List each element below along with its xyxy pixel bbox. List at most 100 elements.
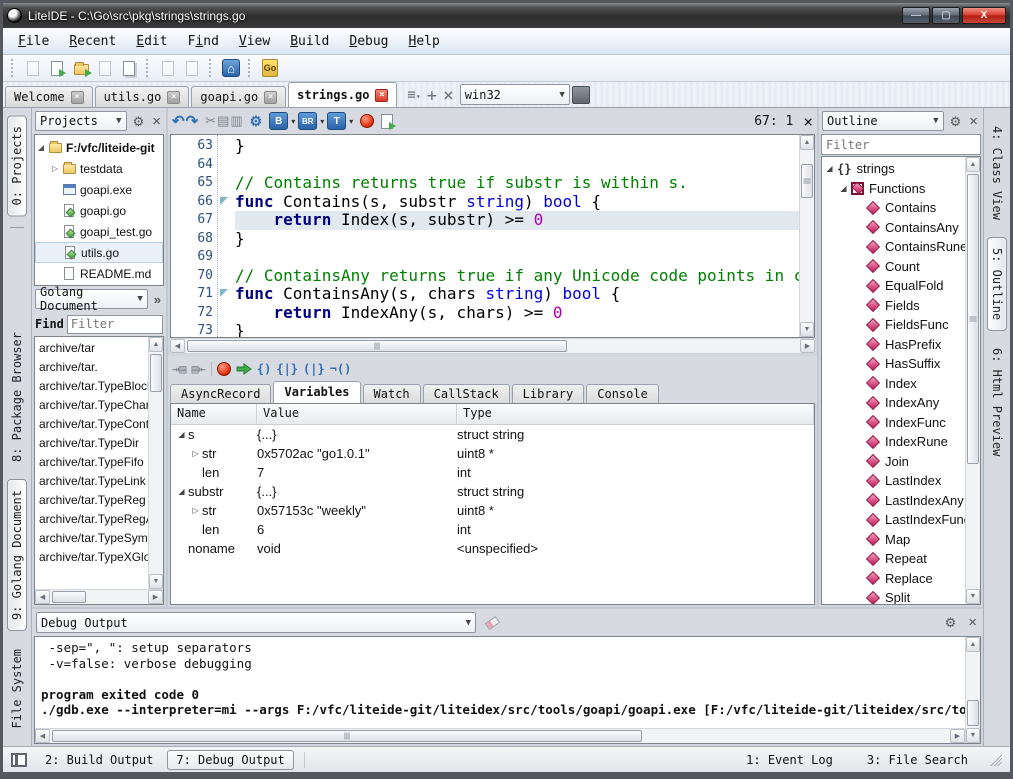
outline-function-count[interactable]: Count xyxy=(824,257,965,277)
debug-output-vscrollbar[interactable]: ▲ ▼ xyxy=(965,637,980,743)
variable-row-str[interactable]: ▷str0x5702ac "go1.0.1"uint8 * xyxy=(171,444,814,463)
code-line-69[interactable] xyxy=(235,248,799,267)
doc-filter-input[interactable] xyxy=(67,315,163,334)
editor-hscrollbar[interactable]: ◀ ▶ xyxy=(170,338,815,353)
doc-list-item[interactable]: archive/tar xyxy=(39,339,148,358)
new-tab-button[interactable]: + xyxy=(427,89,437,103)
overflow-chevron-icon[interactable]: » xyxy=(152,293,163,306)
doc-list-item[interactable]: archive/tar.TypeDir xyxy=(39,434,148,453)
build-target-combo[interactable]: win32 ▼ xyxy=(460,84,570,105)
scroll-up-icon[interactable]: ▲ xyxy=(149,337,163,352)
load-session-icon[interactable]: ⇥▤ xyxy=(172,362,186,376)
maximize-button[interactable]: ▢ xyxy=(932,7,960,24)
side-tab-8-package-browser[interactable]: 8: Package Browser xyxy=(7,321,27,473)
chevron-down-icon[interactable]: ▾ xyxy=(291,117,295,126)
outline-root-strings[interactable]: ◢{}strings xyxy=(824,159,965,179)
variable-row-str[interactable]: ▷str0x57153c "weekly"uint8 * xyxy=(171,501,814,520)
variable-row-len[interactable]: len7int xyxy=(171,463,814,482)
outline-function-split[interactable]: Split xyxy=(824,588,965,604)
code-line-68[interactable]: } xyxy=(235,230,799,249)
projects-close-icon[interactable]: × xyxy=(150,115,163,128)
tree-item-goapi_test-go[interactable]: goapi_test.go xyxy=(35,221,163,242)
doc-list-item[interactable]: archive/tar.TypeReg xyxy=(39,491,148,510)
var-expander-icon[interactable]: ▷ xyxy=(189,444,202,463)
step-out-icon[interactable]: (|} xyxy=(303,362,325,376)
chevron-down-icon[interactable]: ▾ xyxy=(320,117,324,126)
outline-close-icon[interactable]: × xyxy=(967,115,980,128)
debug-tab-watch[interactable]: Watch xyxy=(363,384,421,403)
scroll-left-icon[interactable]: ◀ xyxy=(170,339,185,353)
status-button-7-debug-output[interactable]: 7: Debug Output xyxy=(167,750,293,770)
fold-marker-icon[interactable] xyxy=(220,289,228,297)
tab-list-button[interactable]: ≡▾ xyxy=(407,88,420,104)
code-line-71[interactable]: func ContainsAny(s, chars string) bool { xyxy=(235,285,799,304)
scroll-up-icon[interactable]: ▲ xyxy=(966,157,980,172)
doc-list-item[interactable]: archive/tar.TypeFifo xyxy=(39,453,148,472)
debug-output-text[interactable]: -sep=", ": setup separators -v=false: ve… xyxy=(35,637,965,728)
scroll-left-icon[interactable]: ◀ xyxy=(35,590,50,604)
save-file-button[interactable] xyxy=(94,57,116,79)
menu-item-recent[interactable]: Recent xyxy=(60,31,125,52)
save-session-icon[interactable]: ▤⇤ xyxy=(191,362,205,376)
outline-function-indexrune[interactable]: IndexRune xyxy=(824,432,965,452)
column-header-value[interactable]: Value xyxy=(257,404,457,424)
doc-list-hscrollbar[interactable]: ◀ ▶ xyxy=(35,589,163,604)
outline-function-contains[interactable]: Contains xyxy=(824,198,965,218)
minimize-button[interactable]: — xyxy=(902,7,930,24)
editor-tab-strings-go[interactable]: strings.go× xyxy=(288,82,397,107)
chevron-down-icon[interactable]: ▾ xyxy=(349,117,353,126)
tree-expander-icon[interactable]: ▷ xyxy=(49,164,61,173)
code-line-65[interactable]: // Contains returns true if substr is wi… xyxy=(235,174,799,193)
outline-function-repeat[interactable]: Repeat xyxy=(824,549,965,569)
code-editor[interactable]: 6364656667686970717273 }// Contains retu… xyxy=(170,134,815,338)
open-folder-button[interactable] xyxy=(70,57,92,79)
side-tab-6-html-preview[interactable]: 6: Html Preview xyxy=(987,337,1007,467)
outline-function-equalfold[interactable]: EqualFold xyxy=(824,276,965,296)
new-file-button[interactable] xyxy=(22,57,44,79)
scroll-left-icon[interactable]: ◀ xyxy=(35,729,50,743)
code-line-64[interactable] xyxy=(235,156,799,175)
outline-function-replace[interactable]: Replace xyxy=(824,569,965,589)
scroll-down-icon[interactable]: ▼ xyxy=(149,574,163,589)
tree-item-goapi-go[interactable]: goapi.go xyxy=(35,200,163,221)
debug-start-icon[interactable] xyxy=(360,114,374,128)
outline-group-functions[interactable]: ◢Functions xyxy=(824,179,965,199)
column-header-name[interactable]: Name xyxy=(171,404,257,424)
paste-icon[interactable]: ▥ xyxy=(230,113,242,129)
outline-expander-icon[interactable]: ◢ xyxy=(824,164,835,173)
doc-list-item[interactable]: archive/tar.TypeSymlink xyxy=(39,529,148,548)
projects-gear-icon[interactable]: ⚙ xyxy=(131,115,147,128)
build-config-gear-icon[interactable]: ⚙ xyxy=(250,113,263,130)
outline-expander-icon[interactable]: ◢ xyxy=(838,184,849,193)
outline-function-fields[interactable]: Fields xyxy=(824,296,965,316)
continue-icon[interactable] xyxy=(236,363,252,375)
menu-item-view[interactable]: View xyxy=(230,31,279,52)
outline-function-indexany[interactable]: IndexAny xyxy=(824,393,965,413)
editor-tab-goapi-go[interactable]: goapi.go× xyxy=(191,86,286,107)
outline-vscrollbar[interactable]: ▲ ▼ xyxy=(965,157,980,604)
code-line-67[interactable]: return Index(s, substr) >= 0 xyxy=(235,211,799,230)
outline-function-containsany[interactable]: ContainsAny xyxy=(824,218,965,238)
build-run-button[interactable]: BR xyxy=(298,112,317,130)
outline-function-lastindexany[interactable]: LastIndexAny xyxy=(824,491,965,511)
projects-combo[interactable]: Projects ▼ xyxy=(35,111,127,131)
outline-function-hasprefix[interactable]: HasPrefix xyxy=(824,335,965,355)
status-button-2-build-output[interactable]: 2: Build Output xyxy=(37,751,161,769)
tab-close-icon[interactable]: × xyxy=(375,89,388,102)
outline-gear-icon[interactable]: ⚙ xyxy=(948,115,964,128)
debug-output-gear-icon[interactable]: ⚙ xyxy=(943,616,959,629)
side-tab-0-projects[interactable]: 0: Projects xyxy=(7,115,27,216)
copy-icon[interactable]: ▤ xyxy=(217,113,229,129)
outline-function-join[interactable]: Join xyxy=(824,452,965,472)
tree-expander-icon[interactable]: ◢ xyxy=(35,143,47,152)
code-line-66[interactable]: func Contains(s, substr string) bool { xyxy=(235,193,799,212)
tab-close-icon[interactable]: × xyxy=(264,91,277,104)
debug-tab-callstack[interactable]: CallStack xyxy=(423,384,510,403)
editor-vscrollbar[interactable]: ▲ ▼ xyxy=(799,135,814,337)
clear-output-icon[interactable] xyxy=(485,615,500,629)
export-source-icon[interactable] xyxy=(381,114,393,129)
scroll-up-icon[interactable]: ▲ xyxy=(966,637,980,652)
step-over-icon[interactable]: {) xyxy=(257,362,271,376)
debug-output-hscrollbar[interactable]: ◀ ▶ xyxy=(35,728,965,743)
scroll-up-icon[interactable]: ▲ xyxy=(800,135,814,150)
